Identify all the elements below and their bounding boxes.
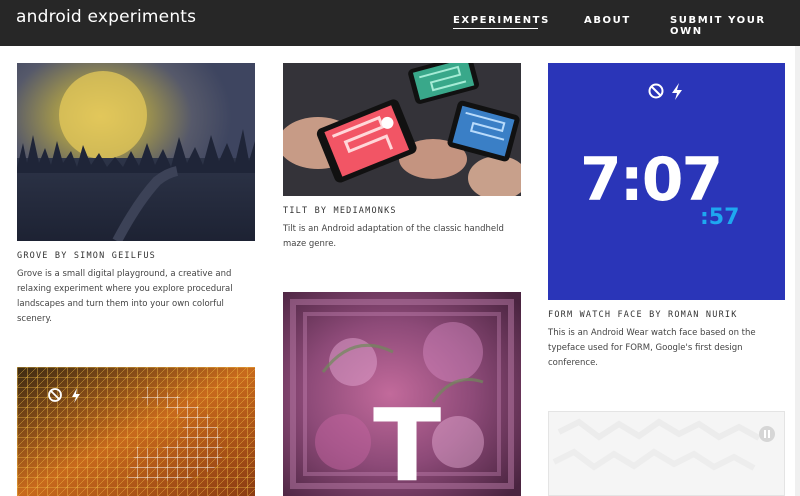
floral-letter: T — [373, 387, 442, 496]
page-scrollbar[interactable] — [795, 46, 800, 496]
card-title-form[interactable]: FORM WATCH FACE BY ROMAN NURIK — [548, 310, 738, 320]
watch-seconds: :57 — [700, 205, 740, 230]
light-pattern-image — [549, 412, 784, 495]
mesh-grid-image — [17, 367, 255, 496]
site-logo[interactable]: android experiments — [16, 7, 196, 27]
tilt-thumbnail[interactable] — [283, 63, 521, 196]
grove-thumbnail[interactable] — [17, 63, 255, 241]
card-description-tilt: Tilt is an Android adaptation of the cla… — [283, 224, 504, 249]
card-description-grove: Grove is a small digital playground, a c… — [17, 269, 233, 324]
form-watch-thumbnail[interactable]: 7:07 :57 — [548, 63, 785, 300]
nav-experiments[interactable]: EXPERIMENTS — [453, 15, 550, 26]
top-navigation-bar: android experiments EXPERIMENTS ABOUT SU… — [0, 0, 800, 46]
light-card-thumbnail[interactable] — [548, 411, 785, 496]
mesh-thumbnail[interactable] — [17, 367, 255, 496]
pause-icon — [759, 426, 775, 442]
card-title-grove[interactable]: GROVE BY SIMON GEILFUS — [17, 251, 156, 261]
floral-thumbnail[interactable]: T — [283, 292, 521, 496]
nav-submit-your-own[interactable]: SUBMIT YOUR OWN — [670, 15, 800, 37]
card-title-tilt[interactable]: TILT BY MEDIAMONKS — [283, 206, 397, 216]
grove-landscape-image — [17, 63, 255, 241]
nav-active-indicator — [453, 28, 538, 29]
card-description-form: This is an Android Wear watch face based… — [548, 328, 756, 368]
nav-about[interactable]: ABOUT — [584, 15, 631, 26]
tilt-phones-image — [283, 63, 521, 196]
